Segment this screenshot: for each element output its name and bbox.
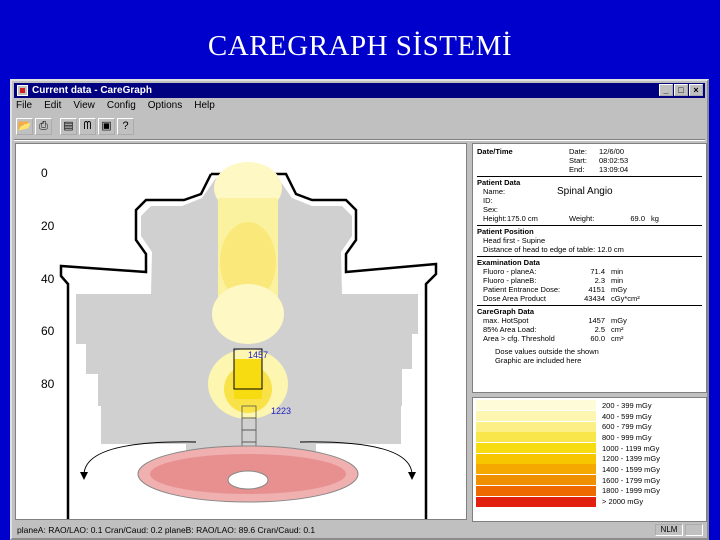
legend-swatch (476, 464, 596, 475)
caregraph-row: max. HotSpot 1457 mGy (483, 316, 627, 325)
weight-label: Weight: (569, 214, 595, 223)
position-section: Patient Position Head first - Supine Dis… (477, 225, 702, 254)
date-value: 12/6/00 (599, 147, 625, 156)
caregraph-window: Current data - CareGraph _ □ × File Edit… (10, 79, 709, 540)
window-title: Current data - CareGraph (32, 85, 153, 96)
menu-file[interactable]: File (16, 100, 32, 114)
height-label: Height: (483, 214, 507, 223)
logo-icon[interactable]: ᗰ (79, 118, 96, 135)
legend-range: 1800 - 1999 mGy (602, 486, 660, 496)
status-nlm: NLM (655, 524, 683, 536)
legend-range: 1600 - 1799 mGy (602, 475, 660, 485)
window-titlebar[interactable]: Current data - CareGraph _ □ × (14, 83, 705, 98)
legend-row: > 2000 mGy (476, 496, 703, 507)
name-label: Name: (483, 187, 506, 196)
legend-row: 1200 - 1399 mGy (476, 453, 703, 464)
name-value: Spinal Angio (557, 186, 613, 197)
patient-section: Patient Data Name: Spinal Angio ID: Sex: … (477, 176, 702, 223)
legend-swatch (476, 496, 596, 507)
slide-title: CAREGRAPH SİSTEMİ (207, 30, 513, 62)
toolbar: 📂 ⎙ ▤ ᗰ ▣ ? (16, 118, 134, 138)
start-value: 08:02:53 (599, 156, 629, 165)
legend-swatch (476, 421, 596, 432)
legend-swatch (476, 453, 596, 464)
close-button[interactable]: × (689, 84, 703, 96)
exam-section: Examination Data Fluoro - planeA: 71.4 min… (477, 256, 702, 303)
legend-range: 600 - 799 mGy (602, 422, 652, 432)
open-folder-icon[interactable]: 📂 (16, 118, 33, 135)
legend-range: 1200 - 1399 mGy (602, 454, 660, 464)
weight-value: 69.0 (630, 214, 645, 223)
menu-edit[interactable]: Edit (44, 100, 61, 114)
caregraph-section: CareGraph Data max. HotSpot 1457 mGy 85% A… (477, 305, 702, 365)
height-value: 175.0 cm (507, 214, 538, 223)
monitor-icon[interactable]: ▣ (98, 118, 115, 135)
sex-label: Sex: (483, 205, 499, 214)
legend-row: 800 - 999 mGy (476, 432, 703, 443)
legend-swatch (476, 400, 596, 411)
caregraph-row: Area > cfg. Threshold 60.0 cm² (483, 334, 624, 343)
info-panel: Date/Time Date: 12/6/00 Start: 08:02:53 En… (472, 143, 707, 393)
menu-view[interactable]: View (73, 100, 95, 114)
note-line1: Dose values outside the shown (495, 347, 599, 356)
status-cell (685, 524, 703, 536)
minimize-button[interactable]: _ (659, 84, 673, 96)
caregraph-row: 85% Area Load: 2.5 cm² (483, 325, 624, 334)
start-label: Start: (569, 156, 587, 165)
legend-row: 1000 - 1199 mGy (476, 443, 703, 454)
legend-swatch (476, 432, 596, 443)
date-label: Date: (569, 147, 587, 156)
weight-unit: kg (651, 214, 659, 223)
status-text: planeA: RAO/LAO: 0.1 Cran/Caud: 0.2 plan… (17, 525, 316, 535)
legend-swatch (476, 485, 596, 496)
hotspot-label: 1457 (248, 350, 269, 360)
id-label: ID: (483, 196, 493, 205)
end-value: 13:09:04 (599, 165, 629, 174)
body-silhouette (59, 162, 438, 519)
exam-row: Patient Entrance Dose: 4151 mGy (483, 285, 627, 294)
legend-row: 600 - 799 mGy (476, 421, 703, 432)
legend-range: 200 - 399 mGy (602, 400, 652, 410)
legend-range: 800 - 999 mGy (602, 432, 652, 442)
legend-swatch (476, 411, 596, 422)
status-bar: planeA: RAO/LAO: 0.1 Cran/Caud: 0.2 plan… (14, 523, 705, 537)
menu-options[interactable]: Options (148, 100, 182, 114)
legend-row: 200 - 399 mGy (476, 400, 703, 411)
app-icon (17, 85, 28, 96)
note-line2: Graphic are included here (495, 356, 582, 365)
legend-range: > 2000 mGy (602, 497, 644, 507)
body-dose-map[interactable]: 0 20 40 60 80 1457 1223 (15, 143, 467, 520)
menu-bar: File Edit View Config Options Help (16, 100, 215, 114)
position-line1: Head first - Supine (483, 236, 546, 245)
exam-row: Dose Area Product 43434 cGy*cm² (483, 294, 640, 303)
exam-row: Fluoro - planeB: 2.3 min (483, 276, 624, 285)
menu-help[interactable]: Help (194, 100, 215, 114)
maximize-button[interactable]: □ (674, 84, 688, 96)
help-icon[interactable]: ? (117, 118, 134, 135)
dose-legend: 200 - 399 mGy 400 - 599 mGy 600 - 799 mGy 8… (472, 397, 707, 522)
position-title: Patient Position (477, 227, 534, 236)
toolbar-divider (14, 139, 705, 141)
legend-row: 1600 - 1799 mGy (476, 475, 703, 486)
menu-config[interactable]: Config (107, 100, 136, 114)
legend-swatch (476, 443, 596, 454)
legend-row: 1400 - 1599 mGy (476, 464, 703, 475)
legend-row: 1800 - 1999 mGy (476, 485, 703, 497)
legend-range: 1400 - 1599 mGy (602, 464, 660, 474)
exam-row: Fluoro - planeA: 71.4 min (483, 267, 624, 276)
exam-title: Examination Data (477, 258, 540, 267)
legend-row: 400 - 599 mGy (476, 411, 703, 422)
legend-range: 400 - 599 mGy (602, 411, 652, 421)
legend-range: 1000 - 1199 mGy (602, 443, 660, 453)
position-line2: Distance of head to edge of table: 12.0 … (483, 245, 624, 254)
dose-label-2: 1223 (271, 406, 292, 416)
caregraph-title: CareGraph Data (477, 307, 535, 316)
end-label: End: (569, 165, 585, 174)
legend-swatch (476, 475, 596, 486)
print-icon[interactable]: ⎙ (35, 118, 52, 135)
datetime-section: Date/Time Date: 12/6/00 Start: 08:02:53 En… (477, 146, 702, 174)
layout-icon[interactable]: ▤ (60, 118, 77, 135)
